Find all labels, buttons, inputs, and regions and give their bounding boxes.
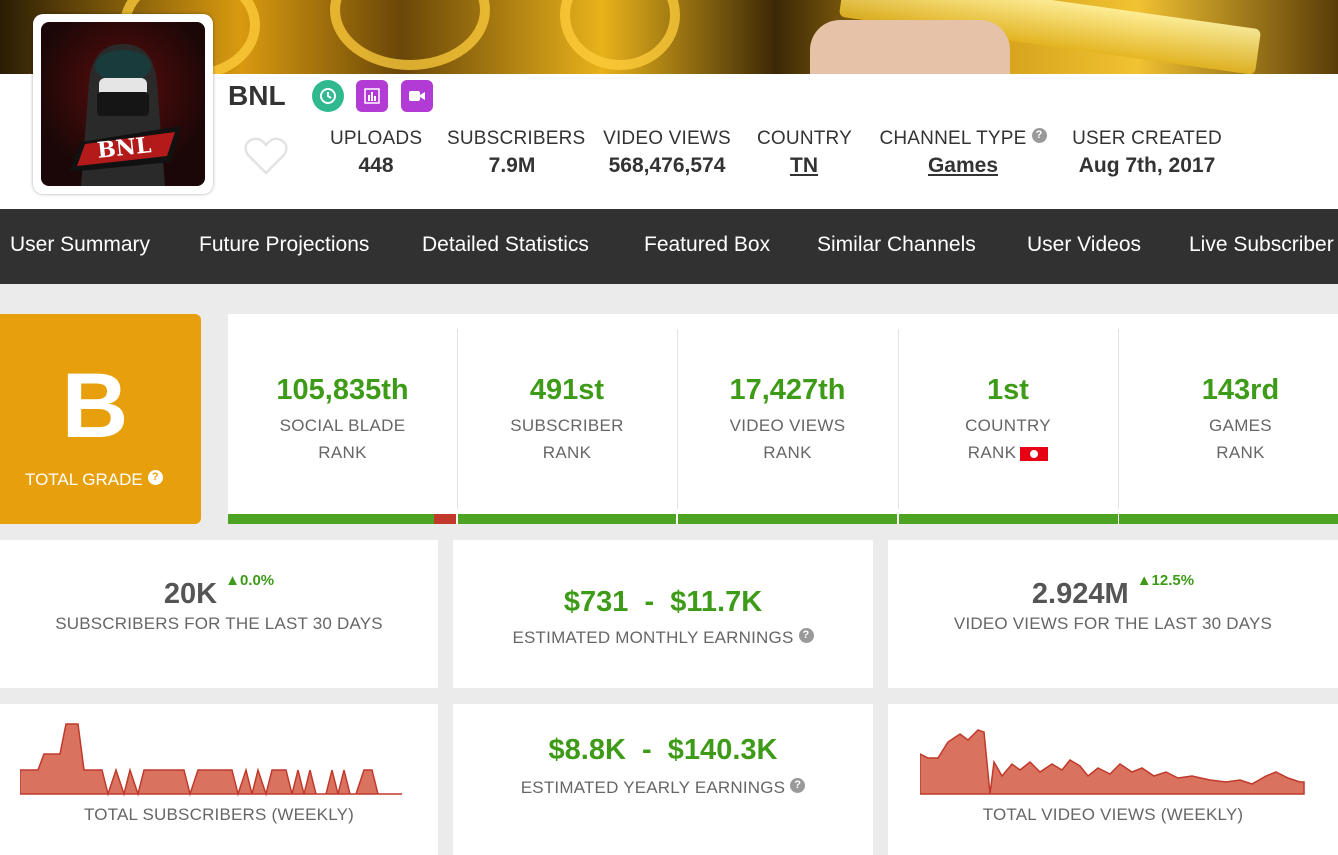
- yearly-earnings-card: $8.8K - $140.3K ESTIMATED YEARLY EARNING…: [453, 704, 873, 855]
- main-nav: User Summary Future Projections Detailed…: [0, 209, 1338, 284]
- rank-panel: 105,835th SOCIAL BLADE RANK 491st SUBSCR…: [228, 314, 1338, 524]
- rank-label: SUBSCRIBER: [510, 416, 624, 435]
- nav-featured-box[interactable]: Featured Box: [644, 233, 770, 257]
- views-30-days-label: VIDEO VIEWS FOR THE LAST 30 DAYS: [953, 614, 1273, 633]
- subscribers-chart-label: TOTAL SUBSCRIBERS (WEEKLY): [83, 805, 354, 824]
- uploads-value: 448: [358, 154, 394, 177]
- subscribers-stat: SUBSCRIBERS 7.9M: [447, 128, 586, 178]
- rank-value: 143rd: [1201, 374, 1280, 406]
- tunisia-flag-icon: [1020, 446, 1049, 461]
- subscribers-sparkline: [20, 723, 402, 797]
- subscribers-label: SUBSCRIBERS: [447, 128, 586, 149]
- views-30-days-value: 2.924M: [1031, 578, 1129, 610]
- avatar: BNL: [33, 14, 213, 194]
- rank-value: 1st: [987, 374, 1029, 406]
- grade-letter: B: [61, 355, 129, 457]
- rank-label: SOCIAL BLADE: [279, 416, 406, 435]
- channel-type-label: CHANNEL TYPE: [879, 128, 1027, 149]
- uploads-stat: UPLOADS 448: [330, 128, 422, 178]
- channel-type-link[interactable]: Games: [872, 154, 1054, 178]
- rank-value: 17,427th: [729, 374, 846, 406]
- country-stat: COUNTRY TN: [757, 128, 852, 178]
- views-30-days-card: 2.924M ▲12.5% VIDEO VIEWS FOR THE LAST 3…: [888, 540, 1338, 688]
- monthly-earnings-value: $731 - $11.7K: [563, 586, 763, 618]
- rank-label: GAMES: [1209, 416, 1272, 435]
- subscribers-weekly-card: TOTAL SUBSCRIBERS (WEEKLY): [0, 704, 438, 855]
- video-views-label: VIDEO VIEWS: [603, 128, 731, 149]
- user-created-stat: USER CREATED Aug 7th, 2017: [1072, 128, 1222, 178]
- games-rank: 143rd GAMES RANK: [1118, 314, 1338, 524]
- subscriber-rank: 491st SUBSCRIBER RANK: [457, 314, 677, 524]
- user-created-label: USER CREATED: [1072, 128, 1222, 149]
- rank-label: COUNTRY: [965, 416, 1051, 435]
- views-chart-label: TOTAL VIDEO VIEWS (WEEKLY): [982, 805, 1244, 824]
- help-icon[interactable]: ?: [798, 628, 814, 643]
- monthly-earnings-label: ESTIMATED MONTHLY EARNINGS: [512, 628, 794, 647]
- nav-user-summary[interactable]: User Summary: [10, 233, 150, 257]
- grade-label: TOTAL GRADE: [25, 470, 143, 489]
- nav-live-subscriber[interactable]: Live Subscriber: [1189, 233, 1334, 257]
- channel-name: BNL: [228, 80, 286, 111]
- yearly-earnings-value: $8.8K - $140.3K: [548, 734, 778, 766]
- user-created-value: Aug 7th, 2017: [1078, 154, 1216, 177]
- social-blade-rank: 105,835th SOCIAL BLADE RANK: [228, 314, 457, 524]
- rank-label: RANK: [318, 443, 367, 462]
- nav-future-projections[interactable]: Future Projections: [199, 233, 369, 257]
- monthly-earnings-card: $731 - $11.7K ESTIMATED MONTHLY EARNINGS…: [453, 540, 873, 688]
- country-link[interactable]: TN: [757, 154, 851, 178]
- nav-user-videos[interactable]: User Videos: [1027, 233, 1141, 257]
- country-label: COUNTRY: [757, 128, 852, 149]
- help-icon[interactable]: ?: [790, 778, 806, 793]
- views-sparkline: [920, 729, 1305, 795]
- subscribers-30-days-card: 20K ▲0.0% SUBSCRIBERS FOR THE LAST 30 DA…: [0, 540, 438, 688]
- rank-label: RANK: [763, 443, 812, 462]
- nav-similar-channels[interactable]: Similar Channels: [817, 233, 976, 257]
- video-views-stat: VIDEO VIEWS 568,476,574: [602, 128, 732, 178]
- nav-detailed-statistics[interactable]: Detailed Statistics: [422, 233, 589, 257]
- subscribers-value: 7.9M: [488, 154, 536, 177]
- rank-label: RANK: [967, 443, 1017, 462]
- rank-label: VIDEO VIEWS: [729, 416, 846, 435]
- video-views-rank: 17,427th VIDEO VIEWS RANK: [677, 314, 898, 524]
- rank-label: RANK: [1216, 443, 1265, 462]
- country-rank: 1st COUNTRY RANK: [898, 314, 1118, 524]
- subscribers-30-days-delta: 0.0%: [239, 572, 275, 589]
- rank-value: 491st: [529, 374, 605, 406]
- heart-icon[interactable]: [243, 136, 289, 176]
- video-views-value: 568,476,574: [608, 154, 726, 177]
- yearly-earnings-label: ESTIMATED YEARLY EARNINGS: [520, 778, 786, 797]
- total-grade-card: B TOTAL GRADE?: [0, 314, 201, 524]
- rank-value: 105,835th: [276, 374, 409, 406]
- channel-type-stat: CHANNEL TYPE? Games: [872, 128, 1054, 178]
- bar-chart-icon[interactable]: [356, 80, 388, 112]
- subscribers-30-days-value: 20K: [163, 578, 218, 610]
- help-icon[interactable]: ?: [147, 470, 163, 485]
- views-30-days-delta: 12.5%: [1151, 572, 1195, 589]
- subscribers-30-days-label: SUBSCRIBERS FOR THE LAST 30 DAYS: [55, 614, 383, 633]
- views-weekly-card: TOTAL VIDEO VIEWS (WEEKLY): [888, 704, 1338, 855]
- uploads-label: UPLOADS: [330, 128, 423, 149]
- clock-icon[interactable]: [312, 80, 344, 112]
- video-camera-icon[interactable]: [401, 80, 433, 112]
- rank-label: RANK: [542, 443, 592, 462]
- help-icon[interactable]: ?: [1031, 128, 1047, 143]
